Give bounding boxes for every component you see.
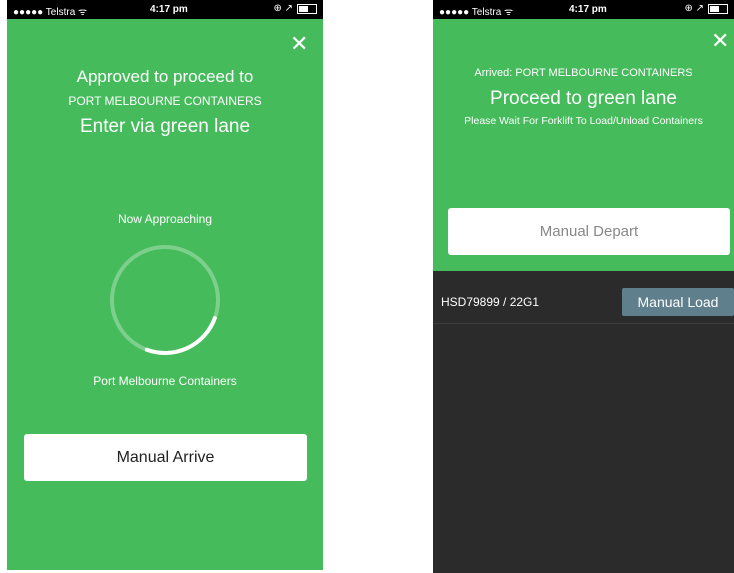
container-id: HSD79899 / 22G1 [441,295,540,309]
green-lane-heading: Enter via green lane [79,116,251,137]
manual-arrive-button[interactable]: Manual Arrive [24,434,307,481]
manual-load-button[interactable]: Manual Load [622,288,734,316]
phone-screen-arrived: ●●●●● Telstra ᯤ 4:17 pm ⊕ ↗ ✕ Arrived: P… [433,0,734,573]
progress-arc [144,316,217,355]
list-item: HSD79899 / 22G1 Manual Load [433,271,734,324]
carrier-label: ●●●●● Telstra ᯤ [439,4,513,18]
container-list: HSD79899 / 22G1 Manual Load [433,271,734,573]
wifi-icon: ᯤ [78,7,88,18]
status-bar: ●●●●● Telstra ᯤ 4:17 pm ⊕ ↗ [433,0,734,19]
status-icons: ⊕ ↗ [273,3,317,14]
location-icon: ⊕ ↗ [684,3,704,14]
phone-screen-approaching: ●●●●● Telstra ᯤ 4:17 pm ⊕ ↗ ✕ Approved t… [7,0,323,570]
wait-instruction: Please Wait For Forklift To Load/Unload … [464,115,703,127]
status-icons: ⊕ ↗ [684,3,728,14]
carrier-label: ●●●●● Telstra ᯤ [13,4,87,18]
close-icon[interactable]: ✕ [711,30,729,52]
manual-depart-button[interactable]: Manual Depart [448,208,730,255]
battery-icon [297,3,317,14]
wifi-icon: ᯤ [504,7,514,18]
clock-label: 4:17 pm [569,4,607,15]
destination-label: Port Melbourne Containers [93,374,237,388]
carrier-text: ●●●●● Telstra [13,7,76,18]
location-icon: ⊕ ↗ [273,3,293,14]
clock-label: 4:17 pm [150,4,188,15]
proceed-heading: Proceed to green lane [490,88,677,109]
arrived-label: Arrived: PORT MELBOURNE CONTAINERS [474,67,693,79]
destination-heading: PORT MELBOURNE CONTAINERS [68,94,262,108]
now-approaching-label: Now Approaching [117,212,213,226]
close-icon[interactable]: ✕ [290,33,308,55]
approach-progress-ring [110,245,220,355]
battery-icon [708,3,728,14]
status-bar: ●●●●● Telstra ᯤ 4:17 pm ⊕ ↗ [7,0,323,19]
approved-heading: Approved to proceed to [76,67,254,86]
carrier-text: ●●●●● Telstra [439,7,502,18]
